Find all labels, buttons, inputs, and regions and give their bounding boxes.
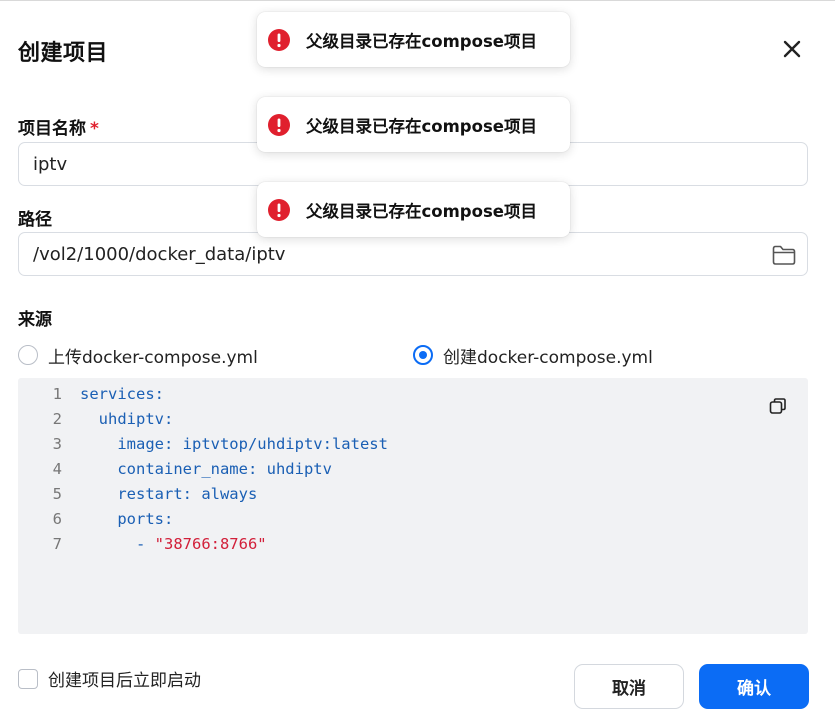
code-text: container_name: uhdiptv (80, 459, 332, 478)
source-option-create[interactable]: 创建docker-compose.yml (413, 343, 653, 368)
confirm-button[interactable]: 确认 (699, 664, 809, 709)
line-number: 4 (52, 459, 62, 478)
code-text: image: iptvtop/uhdiptv:latest (80, 434, 388, 453)
error-toast: 父级目录已存在compose项目 (257, 12, 570, 67)
code-line: 4 container_name: uhdiptv (18, 456, 332, 481)
close-button[interactable] (778, 35, 806, 63)
project-name-label: 项目名称 * (18, 114, 99, 139)
error-circle-icon (268, 113, 290, 136)
code-text: services: (80, 384, 164, 403)
error-toast: 父级目录已存在compose项目 (257, 182, 570, 237)
error-toast: 父级目录已存在compose项目 (257, 97, 570, 152)
start-after-create-checkbox[interactable] (18, 668, 38, 689)
radio-create[interactable] (413, 345, 433, 365)
code-line: 1 services: (18, 381, 164, 406)
source-option-create-label: 创建docker-compose.yml (443, 347, 653, 368)
source-label: 来源 (18, 310, 52, 330)
error-circle-icon (268, 28, 290, 51)
code-line: 2 uhdiptv: (18, 406, 174, 431)
code-line: 7 - "38766:8766" (18, 531, 267, 556)
cancel-button[interactable]: 取消 (574, 664, 684, 709)
code-prefix: - (80, 534, 155, 553)
folder-icon (772, 245, 796, 265)
project-name-label-text: 项目名称 (18, 119, 86, 139)
required-mark: * (90, 119, 99, 139)
path-label: 路径 (18, 210, 52, 230)
line-number: 5 (52, 484, 62, 503)
toast-message: 父级目录已存在compose项目 (306, 31, 537, 51)
path-field (18, 232, 808, 276)
error-circle-icon (268, 198, 290, 221)
start-after-create-label: 创建项目后立即启动 (48, 671, 201, 691)
browse-folder-button[interactable] (771, 243, 797, 267)
line-number: 7 (52, 534, 62, 553)
code-text: restart: always (80, 484, 258, 503)
code-line: 5 restart: always (18, 481, 258, 506)
line-number: 1 (52, 384, 62, 403)
line-number: 6 (52, 509, 62, 528)
line-number: 3 (52, 434, 62, 453)
code-text: uhdiptv: (80, 409, 174, 428)
start-after-create[interactable]: 创建项目后立即启动 (18, 666, 201, 691)
code-line: 3 image: iptvtop/uhdiptv:latest (18, 431, 388, 456)
code-text: ports: (80, 509, 174, 528)
close-icon (783, 40, 801, 58)
code-text: - "38766:8766" (80, 535, 267, 553)
code-string: "38766:8766" (154, 534, 267, 553)
toast-message: 父级目录已存在compose项目 (306, 116, 537, 136)
radio-upload[interactable] (18, 345, 38, 365)
source-option-upload[interactable]: 上传docker-compose.yml (18, 343, 258, 368)
line-number: 2 (52, 409, 62, 428)
toast-message: 父级目录已存在compose项目 (306, 201, 537, 221)
dialog-title: 创建项目 (18, 41, 109, 66)
source-option-upload-label: 上传docker-compose.yml (48, 347, 258, 368)
compose-editor[interactable]: 1 services: 2 uhdiptv: 3 image: iptvtop/u… (18, 378, 808, 634)
copy-button[interactable] (768, 396, 788, 416)
code-line: 6 ports: (18, 506, 174, 531)
path-input[interactable] (19, 233, 807, 275)
copy-icon (769, 398, 786, 414)
